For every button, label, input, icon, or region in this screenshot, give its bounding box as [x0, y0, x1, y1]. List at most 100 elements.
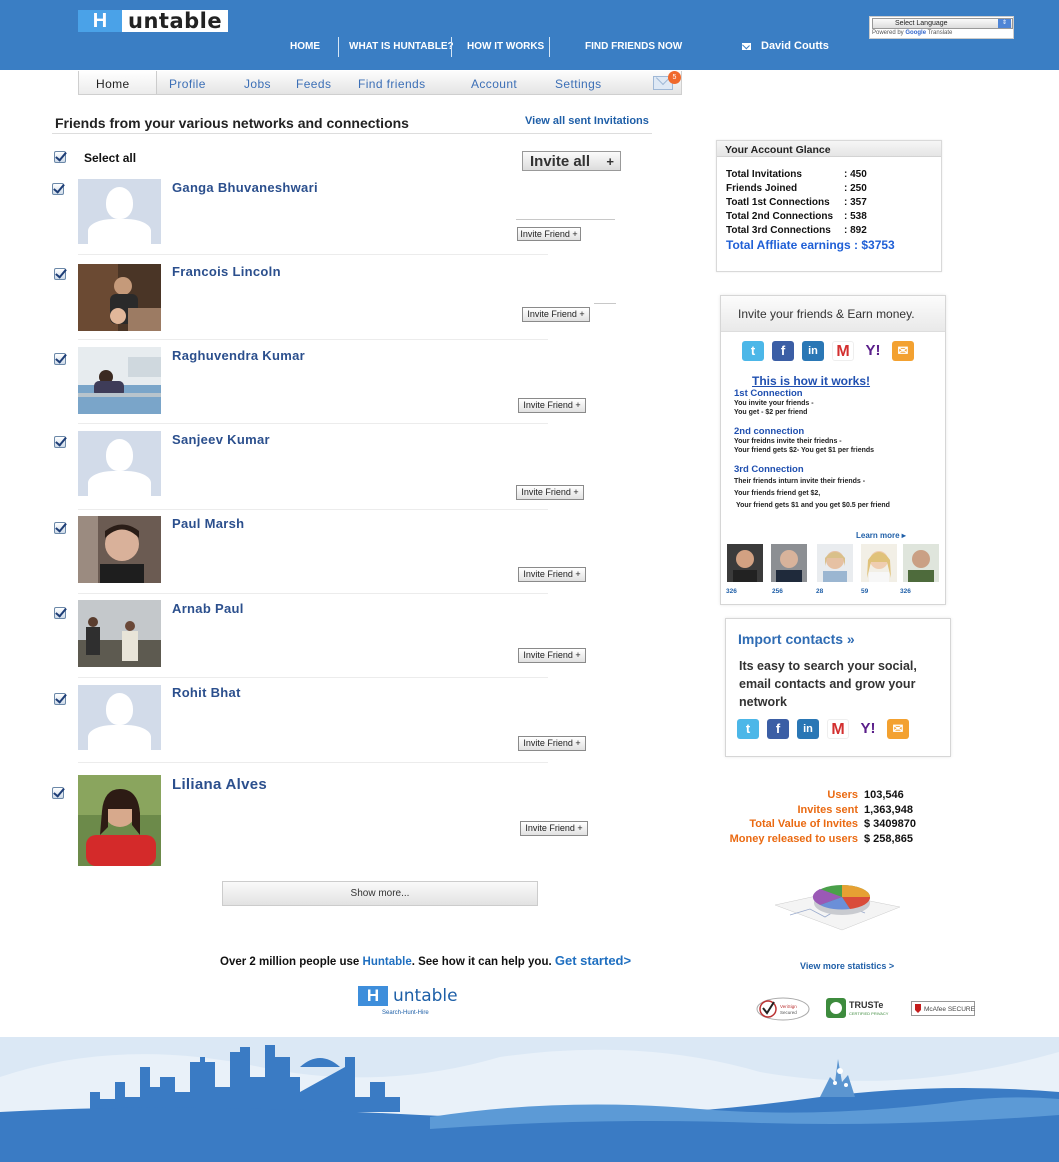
glance-value: : 450: [844, 169, 867, 180]
import-contacts-link[interactable]: Import contacts »: [738, 631, 855, 647]
invite-friend-button[interactable]: Invite Friend +: [518, 567, 586, 582]
twitter-icon[interactable]: t: [737, 719, 759, 739]
invite-all-label: Invite all: [530, 153, 591, 170]
tab-settings[interactable]: Settings: [555, 77, 602, 91]
earner-photo[interactable]: [817, 544, 853, 582]
linkedin-icon[interactable]: in: [797, 719, 819, 739]
view-sent-invitations-link[interactable]: View all sent Invitations: [525, 115, 649, 127]
how-it-works-link[interactable]: This is how it works!: [752, 374, 870, 388]
earner-count: 326: [726, 588, 737, 595]
powered-by-text: Powered by: [872, 30, 904, 36]
statistics-pie-illustration: [770, 875, 905, 935]
invite-friend-button[interactable]: Invite Friend +: [518, 648, 586, 663]
affiliate-earnings: Total Affliate earnings : $3753: [726, 238, 895, 252]
mcafee-seal[interactable]: McAfee SECURE: [911, 996, 976, 1021]
invite-friend-button[interactable]: Invite Friend +: [520, 821, 588, 836]
friend-name[interactable]: Arnab Paul: [172, 601, 244, 616]
language-select[interactable]: Select Language ⇕: [872, 18, 1013, 29]
friend-name[interactable]: Paul Marsh: [172, 516, 244, 531]
glance-row: Total 3rd Connections: 892: [726, 225, 867, 236]
glance-value: : 892: [844, 225, 867, 236]
earner-faces-row: [727, 544, 942, 584]
friend-checkbox[interactable]: [52, 183, 64, 195]
messages-count-badge: 5: [668, 71, 681, 84]
gmail-icon[interactable]: M: [827, 719, 849, 739]
glance-row: Friends Joined: 250: [726, 183, 867, 194]
promo-text-2: . See how it can help you.: [411, 956, 555, 968]
nav-divider: [549, 37, 550, 57]
show-more-button[interactable]: Show more...: [222, 881, 538, 906]
earner-photo[interactable]: [861, 544, 897, 582]
nav-home[interactable]: HOME: [290, 41, 320, 52]
profile-tab-bar: Home Profile Jobs Feeds Find friends Acc…: [78, 71, 682, 95]
friend-name[interactable]: Rohit Bhat: [172, 685, 241, 700]
yahoo-icon[interactable]: Y!: [857, 719, 879, 739]
friend-name[interactable]: Francois Lincoln: [172, 264, 281, 279]
user-menu[interactable]: David Coutts: [742, 40, 829, 52]
select-all-label: Select all: [84, 151, 137, 165]
huntable-logo[interactable]: H untable: [78, 9, 229, 33]
invite-friend-button[interactable]: Invite Friend +: [518, 736, 586, 751]
gmail-icon[interactable]: M: [832, 341, 854, 361]
email-icon[interactable]: ✉: [892, 341, 914, 361]
nav-divider: [338, 37, 339, 57]
user-dropdown-icon: [742, 42, 751, 50]
invite-friend-button[interactable]: Invite Friend +: [517, 227, 581, 241]
tab-jobs[interactable]: Jobs: [244, 77, 271, 91]
tab-home[interactable]: Home: [96, 77, 130, 91]
glance-label: Total 2nd Connections: [726, 211, 834, 222]
stat-value: 103,546: [864, 789, 904, 801]
facebook-icon[interactable]: f: [767, 719, 789, 739]
invite-friend-button[interactable]: Invite Friend +: [522, 307, 590, 322]
learn-more-link[interactable]: Learn more ▸: [856, 531, 906, 540]
friend-name[interactable]: Liliana Alves: [172, 776, 267, 793]
nav-what-is-huntable[interactable]: WHAT IS HUNTABLE?: [349, 41, 454, 52]
friend-checkbox[interactable]: [54, 268, 66, 280]
nav-how-it-works[interactable]: HOW IT WORKS: [467, 41, 544, 52]
get-started-link[interactable]: Get started>: [555, 953, 631, 968]
glance-value: : 538: [844, 211, 867, 222]
svg-text:VeriSign: VeriSign: [780, 1004, 797, 1009]
friend-checkbox[interactable]: [54, 522, 66, 534]
friend-checkbox[interactable]: [52, 787, 64, 799]
verisign-seal[interactable]: VeriSign Secured: [756, 996, 812, 1021]
friend-avatar-placeholder: [78, 179, 161, 244]
facebook-icon[interactable]: f: [772, 341, 794, 361]
tab-feeds[interactable]: Feeds: [296, 77, 331, 91]
import-contacts-desc: Its easy to search your social, email co…: [739, 659, 917, 709]
tab-find-friends[interactable]: Find friends: [358, 77, 426, 91]
tab-profile[interactable]: Profile: [169, 77, 206, 91]
invite-all-button[interactable]: Invite all +: [522, 151, 621, 171]
promo-brand[interactable]: Huntable: [363, 956, 412, 968]
page-title: Friends from your various networks and c…: [55, 115, 409, 131]
yahoo-icon[interactable]: Y!: [862, 341, 884, 361]
language-select-value: Select Language: [895, 20, 948, 27]
earner-photo[interactable]: [903, 544, 939, 582]
footer-huntable-logo[interactable]: H untable: [358, 986, 458, 1006]
connection-title: 3rd Connection: [734, 464, 804, 475]
truste-seal[interactable]: TRUSTe CERTIFIED PRIVACY: [826, 996, 904, 1021]
friend-name[interactable]: Ganga Bhuvaneshwari: [172, 180, 318, 195]
earner-photo[interactable]: [727, 544, 763, 582]
earner-photo[interactable]: [771, 544, 807, 582]
twitter-icon[interactable]: t: [742, 341, 764, 361]
account-glance-panel: Your Account Glance Total Invitations: 4…: [716, 140, 942, 272]
connection-desc: Your friends friend get $2,: [734, 490, 821, 497]
email-icon[interactable]: ✉: [887, 719, 909, 739]
friend-checkbox[interactable]: [54, 353, 66, 365]
friend-checkbox[interactable]: [54, 607, 66, 619]
friend-checkbox[interactable]: [54, 436, 66, 448]
stat-label: Invites sent: [797, 804, 858, 816]
linkedin-icon[interactable]: in: [802, 341, 824, 361]
invite-friend-button[interactable]: Invite Friend +: [516, 485, 584, 500]
friend-name[interactable]: Raghuvendra Kumar: [172, 348, 305, 363]
invite-friend-button[interactable]: Invite Friend +: [518, 398, 586, 413]
row-rule: [516, 219, 615, 220]
view-more-statistics-link[interactable]: View more statistics >: [800, 961, 894, 971]
connection-desc: Your friend gets $1 and you get $0.5 per…: [736, 502, 890, 509]
nav-find-friends-now[interactable]: FIND FRIENDS NOW: [585, 41, 682, 52]
select-all-checkbox[interactable]: [54, 151, 66, 163]
tab-account[interactable]: Account: [471, 77, 517, 91]
friend-checkbox[interactable]: [54, 693, 66, 705]
friend-name[interactable]: Sanjeev Kumar: [172, 432, 270, 447]
